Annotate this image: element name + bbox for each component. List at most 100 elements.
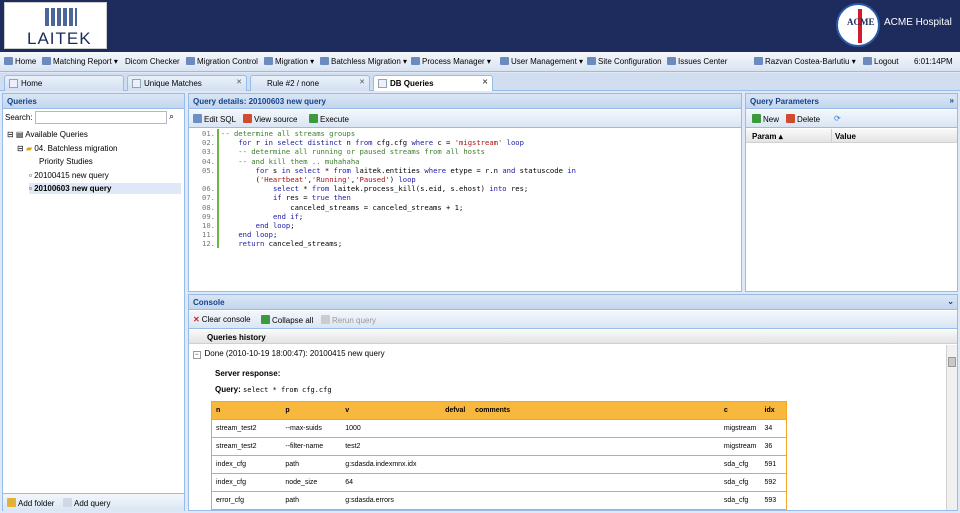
tab-unique-matches[interactable]: Unique Matches ✕ [127, 75, 247, 91]
delete-param-button[interactable]: Delete [786, 114, 820, 124]
table-cell: sda_cfg [719, 455, 761, 474]
table-row[interactable]: stream_test2 --max-suids 1000 migstream 34 [211, 419, 787, 438]
tab-strip: Home Unique Matches ✕ Rule #2 / none ✕ DB … [0, 73, 960, 91]
search-input[interactable] [35, 111, 167, 124]
tree-item-20100415[interactable]: ▫ 20100415 new query [29, 171, 109, 180]
menu-process-manager[interactable]: Process Manager ▾ [411, 57, 491, 66]
table-cell [471, 419, 720, 438]
menu-batchless-migration[interactable]: Batchless Migration ▾ [320, 57, 407, 66]
col-header[interactable]: n [211, 401, 282, 420]
close-icon[interactable]: ✕ [359, 78, 365, 86]
menu-user[interactable]: Razvan Costea-Barlutiu ▾ [754, 57, 856, 66]
col-header[interactable]: p [281, 401, 342, 420]
table-row[interactable]: index_cfg node_size 64 sda_cfg 592 [211, 473, 787, 492]
table-cell: 34 [760, 419, 787, 438]
queries-panel: Queries Search: ⌕ ⊟ ▤ Available Queries … [2, 93, 185, 511]
table-cell: 36 [760, 437, 787, 456]
line-number: 08. [202, 202, 215, 212]
col-value[interactable]: Value [835, 132, 856, 141]
table-cell: path [281, 455, 342, 474]
user-icon [754, 57, 763, 65]
expand-icon[interactable]: » [950, 96, 954, 105]
table-cell: stream_test2 [211, 419, 282, 438]
line-number: 04. [202, 156, 215, 166]
rerun-icon [321, 315, 330, 324]
clear-console-button[interactable]: ✕ Clear console [193, 315, 251, 324]
tab-db-queries[interactable]: DB Queries ✕ [373, 75, 493, 91]
close-icon[interactable]: ✕ [236, 78, 242, 86]
code-line: -- determine all streams groups [221, 129, 356, 138]
tab-rule[interactable]: Rule #2 / none ✕ [250, 75, 370, 91]
line-number: 10. [202, 221, 215, 230]
hospital-logo: ACME [836, 3, 880, 47]
table-cell: migstream [719, 437, 761, 456]
table-cell: --filter-name [281, 437, 342, 456]
add-folder-button[interactable]: Add folder [7, 498, 54, 508]
table-cell: sda_cfg [719, 491, 761, 510]
batch-icon [320, 57, 329, 65]
collapse-icon[interactable]: ⌄ [947, 297, 954, 306]
delete-icon [786, 114, 795, 123]
execute-button[interactable]: Execute [309, 114, 349, 124]
view-source-button[interactable]: View source [243, 114, 297, 124]
close-icon[interactable]: ✕ [482, 78, 488, 86]
execute-icon [309, 114, 318, 123]
menu-migration[interactable]: Migration ▾ [264, 57, 314, 66]
col-param[interactable]: Param ▴ [752, 132, 783, 141]
query-add-icon [63, 498, 72, 507]
console-scrollbar[interactable] [946, 345, 957, 510]
col-header[interactable]: idx [760, 401, 787, 420]
table-cell: g:sdasda.indexmnx.idx [341, 455, 442, 474]
add-query-button[interactable]: Add query [63, 498, 110, 508]
query-parameters-panel: Query Parameters» New Delete ⟳ Param ▴ V… [745, 93, 958, 292]
line-number: 11. [202, 230, 215, 240]
line-number: 07. [202, 193, 215, 203]
col-header[interactable]: v [341, 401, 442, 420]
col-header[interactable]: comments [471, 401, 720, 420]
tree-item-20100603[interactable]: ▫ 20100603 new query [29, 183, 181, 194]
table-cell [441, 455, 472, 474]
table-cell [441, 419, 472, 438]
query-details-panel: Query details: 20100603 new query Edit S… [188, 93, 742, 292]
col-header[interactable]: defval [441, 401, 472, 420]
collapse-toggle-icon: − [193, 351, 201, 359]
search-icon[interactable]: ⌕ [169, 111, 174, 122]
edit-sql-button[interactable]: Edit SQL [193, 114, 236, 124]
refresh-icon[interactable]: ⟳ [834, 114, 841, 123]
users-icon [500, 57, 509, 65]
line-number: 02. [202, 138, 215, 148]
menu-user-management[interactable]: User Management ▾ [500, 57, 583, 66]
collapse-all-button[interactable]: Collapse all [261, 315, 313, 325]
menu-dicom-checker[interactable]: Dicom Checker [125, 57, 180, 66]
sql-editor[interactable]: 01. -- determine all streams groups 02. fo… [191, 129, 739, 289]
menu-site-configuration[interactable]: Site Configuration [587, 57, 662, 66]
col-header[interactable]: c [719, 401, 761, 420]
menu-home[interactable]: Home [4, 57, 36, 66]
table-cell [471, 437, 720, 456]
code-line: -- and kill them .. muhahaha [221, 156, 360, 166]
folder-add-icon [7, 498, 16, 507]
queries-toolbar: Add folder Add query [3, 493, 184, 511]
tab-home[interactable]: Home [4, 75, 124, 91]
clock: 6:01:14PM [914, 57, 953, 66]
menu-issues-center[interactable]: Issues Center [667, 57, 727, 66]
table-row[interactable]: index_cfg path g:sdasda.indexmnx.idx sda_cf… [211, 455, 787, 474]
table-row[interactable]: stream_test2 --filter-name test2 migstream 3… [211, 437, 787, 456]
logout-icon [863, 57, 872, 65]
main-menu: Home Matching Report ▾ Dicom Checker Mig… [0, 52, 960, 72]
table-row[interactable]: error_cfg path g:sdasda.errors sda_cfg 593 [211, 491, 787, 510]
table-cell: 1000 [341, 419, 442, 438]
menu-migration-control[interactable]: Migration Control [186, 57, 258, 66]
tree-item-priority-studies[interactable]: Priority Studies [39, 157, 93, 166]
menu-matching-report[interactable]: Matching Report ▾ [42, 57, 118, 66]
table-cell: migstream [719, 419, 761, 438]
line-number: 09. [202, 211, 215, 221]
tree-folder-batchless[interactable]: ⊟ ▰ 04. Batchless migration [17, 144, 117, 153]
tree-root[interactable]: ⊟ ▤ Available Queries [7, 130, 88, 139]
history-entry[interactable]: − Done (2010-10-19 18:00:47): 20100415 ne… [193, 349, 385, 359]
logout-button[interactable]: Logout [863, 57, 898, 66]
app-header: LAITEK ACME ACME Hospital [0, 0, 960, 52]
history-title: Queries history [207, 333, 266, 342]
new-param-button[interactable]: New [752, 114, 779, 124]
home-icon [9, 79, 18, 88]
